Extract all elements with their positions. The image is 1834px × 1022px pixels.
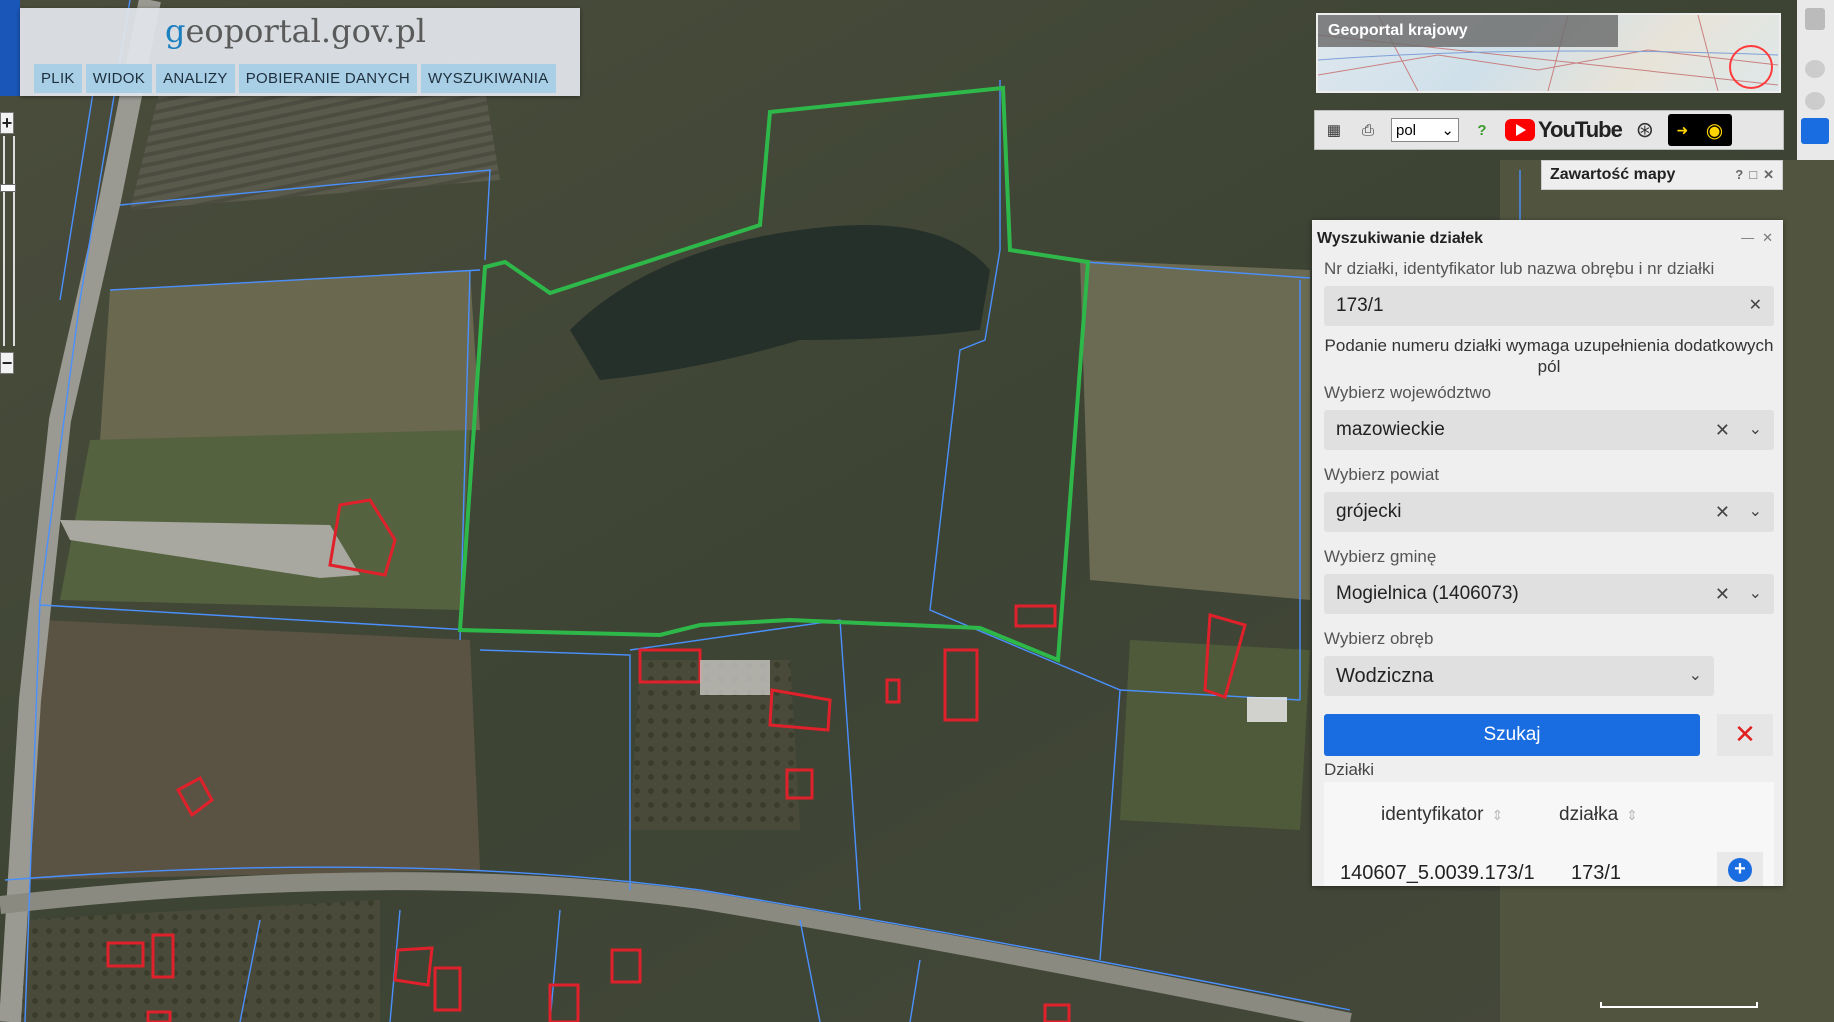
greenhouse-roof (700, 660, 770, 695)
precinct-label: Wybierz obręb (1324, 629, 1434, 648)
close-icon[interactable]: ✕ (1763, 167, 1774, 183)
county-label: Wybierz powiat (1324, 465, 1440, 484)
orchard-area (10, 900, 380, 1022)
left-edge-bar (0, 0, 20, 96)
commune-select[interactable]: Mogielnica (1406073) ✕ ⌄ (1324, 574, 1774, 614)
header-panel: geoportal.gov.pl PLIK WIDOK ANALIZY POBI… (20, 8, 580, 96)
eye-icon[interactable] (1801, 118, 1829, 144)
parcel-number-value: 173/1 (1336, 295, 1384, 316)
field-area (20, 620, 480, 880)
column-header-label: identyfikator (1381, 804, 1484, 825)
lawn-area (60, 430, 470, 610)
results-label: Działki (1324, 760, 1375, 779)
clear-icon[interactable]: ✕ (1715, 410, 1730, 450)
printer-icon[interactable]: ⎙ (1357, 119, 1379, 141)
menu-pobieranie-danych[interactable]: POBIERANIE DANYCH (238, 64, 418, 93)
voivodeship-label: Wybierz województwo (1324, 383, 1492, 402)
main-menu: PLIK WIDOK ANALIZY POBIERANIE DANYCH WYS… (34, 64, 556, 93)
accessibility-icon[interactable]: ⊛ (1634, 117, 1656, 142)
parcel-search-panel: Wyszukiwanie działek — ✕ Nr działki, ide… (1312, 220, 1783, 886)
column-header-dzialka[interactable]: działka ⇕ (1559, 804, 1638, 826)
field-area (100, 270, 480, 440)
help-icon[interactable]: ? (1735, 167, 1743, 183)
zoom-control[interactable]: + − (0, 112, 16, 374)
building-roof (1247, 697, 1287, 722)
clear-icon[interactable]: ✕ (1715, 574, 1730, 614)
youtube-icon (1505, 119, 1535, 141)
sort-icon[interactable]: ⇕ (1626, 807, 1638, 823)
menu-plik[interactable]: PLIK (34, 64, 82, 93)
settings-icon[interactable] (1805, 8, 1825, 30)
field-area (1120, 640, 1310, 830)
window-controls: — ✕ (1741, 230, 1773, 246)
menu-wyszukiwania[interactable]: WYSZUKIWANIA (421, 64, 556, 93)
column-header-identyfikator[interactable]: identyfikator ⇕ (1381, 804, 1503, 826)
county-value: grójecki (1336, 501, 1402, 522)
field-area (1080, 260, 1310, 600)
menu-analizy[interactable]: ANALIZY (156, 64, 235, 93)
clear-form-button[interactable]: ✕ (1717, 714, 1773, 756)
panel-title: Wyszukiwanie działek (1317, 230, 1483, 247)
result-parcel: 173/1 (1571, 862, 1622, 884)
commune-value: Mogielnica (1406073) (1336, 583, 1519, 604)
close-icon: ✕ (1734, 719, 1756, 749)
precinct-select[interactable]: Wodziczna ⌄ (1324, 656, 1714, 696)
youtube-link[interactable]: YouTube (1505, 117, 1623, 143)
map-content-title: Zawartość mapy (1550, 166, 1676, 183)
results-table: identyfikator ⇕ działka ⇕ 140607_5.0039.17… (1324, 782, 1774, 886)
search-button[interactable]: Szukaj (1324, 714, 1700, 756)
arrow-icon: ➜ (1676, 121, 1689, 138)
minimize-icon[interactable]: — (1741, 230, 1754, 246)
chevron-down-icon[interactable]: ⌄ (1689, 656, 1702, 696)
chevron-down-icon[interactable]: ⌄ (1749, 574, 1762, 614)
grid-icon[interactable]: ▦ (1323, 119, 1345, 141)
commune-label: Wybierz gminę (1324, 547, 1437, 566)
precinct-value: Wodziczna (1336, 665, 1434, 687)
voivodeship-select[interactable]: mazowieckie ✕ ⌄ (1324, 410, 1774, 450)
youtube-label: YouTube (1538, 117, 1623, 142)
close-icon[interactable]: ✕ (1749, 286, 1762, 326)
layer-icon[interactable] (1805, 92, 1825, 110)
language-select[interactable]: pol ⌄ (1391, 118, 1459, 142)
add-parcel-button[interactable]: + (1717, 852, 1763, 886)
plus-icon: + (1728, 858, 1752, 882)
window-controls: ? □ ✕ (1735, 167, 1774, 183)
menu-widok[interactable]: WIDOK (85, 64, 153, 93)
parcel-number-label: Nr działki, identyfikator lub nazwa obrę… (1324, 259, 1715, 278)
chevron-down-icon: ⌄ (1441, 122, 1454, 139)
info-note: Podanie numeru działki wymaga uzupełnien… (1324, 336, 1774, 376)
county-select[interactable]: grójecki ✕ ⌄ (1324, 492, 1774, 532)
overview-location-marker (1729, 45, 1773, 89)
help-icon[interactable]: ? (1471, 119, 1493, 141)
overview-title: Geoportal krajowy (1318, 15, 1618, 47)
voivodeship-value: mazowieckie (1336, 419, 1445, 440)
overview-map[interactable]: Geoportal krajowy (1316, 13, 1781, 93)
right-tool-strip (1797, 0, 1834, 160)
parcel-number-input[interactable]: 173/1 ✕ (1324, 286, 1774, 326)
zoom-in-button[interactable]: + (0, 112, 14, 134)
chevron-down-icon[interactable]: ⌄ (1749, 492, 1762, 532)
maximize-icon[interactable]: □ (1749, 167, 1757, 183)
chevron-down-icon[interactable]: ⌄ (1749, 410, 1762, 450)
eye-icon: ◉ (1705, 119, 1724, 142)
sort-icon[interactable]: ⇕ (1491, 807, 1503, 823)
zoom-out-button[interactable]: − (0, 352, 14, 374)
top-toolbar: ▦ ⎙ pol ⌄ ? YouTube ⊛ ➜ ◉ (1314, 110, 1784, 150)
geoportal-logo[interactable]: geoportal.gov.pl (165, 12, 426, 50)
contrast-toggle[interactable]: ➜ ◉ (1667, 114, 1732, 146)
language-value: pol (1396, 121, 1417, 139)
zoom-slider-track[interactable] (3, 136, 15, 346)
scale-bar (1600, 1002, 1758, 1008)
result-identifier: 140607_5.0039.173/1 (1340, 862, 1535, 884)
clear-icon[interactable]: ✕ (1715, 492, 1730, 532)
close-icon[interactable]: ✕ (1762, 230, 1773, 246)
map-content-panel[interactable]: Zawartość mapy ? □ ✕ (1541, 160, 1783, 190)
column-header-label: działka (1559, 804, 1619, 825)
layer-icon[interactable] (1805, 60, 1825, 78)
zoom-slider-handle[interactable] (0, 184, 16, 192)
